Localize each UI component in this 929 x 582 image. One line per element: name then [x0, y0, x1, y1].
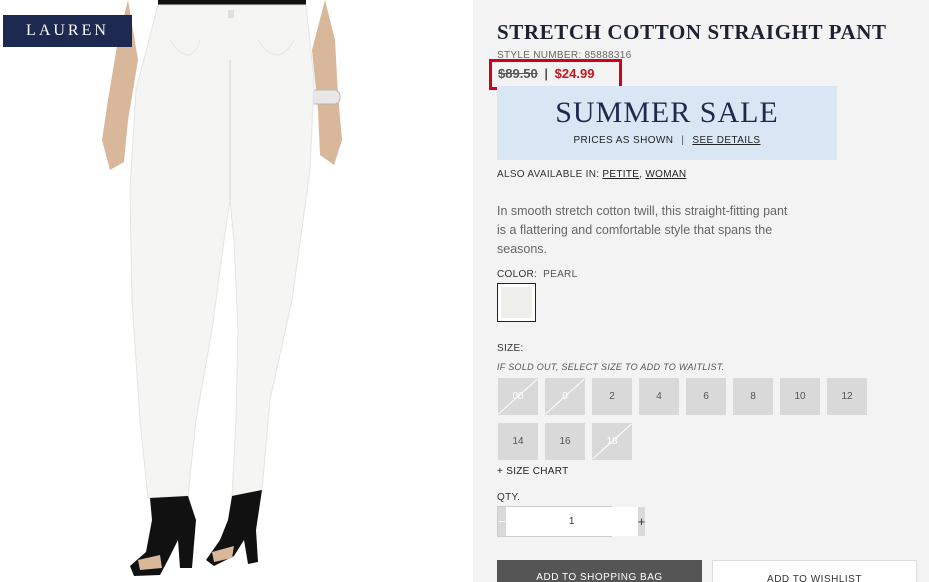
- color-value: PEARL: [543, 269, 578, 280]
- qty-decrement-button[interactable]: −: [498, 507, 506, 536]
- brand-logo[interactable]: LAUREN: [3, 15, 132, 47]
- color-label: COLOR: PEARL: [497, 269, 577, 280]
- swatch-fill: [501, 287, 532, 318]
- size-option-0[interactable]: 0: [545, 378, 585, 415]
- also-available-label: ALSO AVAILABLE IN:: [497, 169, 600, 180]
- see-details-link[interactable]: SEE DETAILS: [692, 135, 760, 146]
- original-price: $89.50: [498, 66, 538, 81]
- size-label: SIZE:: [497, 343, 524, 354]
- size-option-12[interactable]: 12: [827, 378, 867, 415]
- size-option-6[interactable]: 6: [686, 378, 726, 415]
- size-option-18[interactable]: 18: [592, 423, 632, 460]
- price: $89.50 | $24.99: [498, 66, 594, 81]
- also-available: ALSO AVAILABLE IN: PETITE, WOMAN: [497, 169, 686, 180]
- size-option-2[interactable]: 2: [592, 378, 632, 415]
- add-to-wishlist-button[interactable]: ADD TO WISHLIST: [712, 560, 917, 582]
- sale-price: $24.99: [554, 66, 595, 81]
- product-title: STRETCH COTTON STRAIGHT PANT: [497, 20, 887, 44]
- sale-separator: |: [681, 135, 685, 146]
- size-option-4[interactable]: 4: [639, 378, 679, 415]
- product-image-panel: LAUREN: [0, 0, 473, 582]
- quantity-stepper: − +: [497, 506, 646, 537]
- qty-increment-button[interactable]: +: [637, 507, 646, 536]
- size-option-16[interactable]: 16: [545, 423, 585, 460]
- woman-link[interactable]: WOMAN: [645, 169, 686, 180]
- petite-link[interactable]: PETITE: [602, 169, 639, 180]
- product-photo: [102, 0, 342, 576]
- qty-input[interactable]: [505, 507, 638, 536]
- size-option-00[interactable]: 00: [498, 378, 538, 415]
- product-description: In smooth stretch cotton twill, this str…: [497, 204, 788, 256]
- color-swatch-pearl[interactable]: [497, 283, 536, 322]
- size-option-14[interactable]: 14: [498, 423, 538, 460]
- sale-title: SUMMER SALE: [555, 96, 779, 129]
- size-chart-link[interactable]: + SIZE CHART: [497, 466, 569, 477]
- size-note: IF SOLD OUT, SELECT SIZE TO ADD TO WAITL…: [497, 362, 725, 372]
- add-to-bag-button[interactable]: ADD TO SHOPPING BAG: [497, 560, 702, 582]
- summer-sale-banner: SUMMER SALE PRICES AS SHOWN | SEE DETAILS: [497, 86, 837, 160]
- size-option-8[interactable]: 8: [733, 378, 773, 415]
- qty-label: QTY.: [497, 492, 521, 503]
- size-option-10[interactable]: 10: [780, 378, 820, 415]
- color-label-text: COLOR:: [497, 269, 538, 280]
- also-separator: ,: [639, 169, 643, 180]
- prices-as-shown: PRICES AS SHOWN: [573, 135, 674, 146]
- price-separator: |: [544, 66, 549, 81]
- sale-subtitle: PRICES AS SHOWN | SEE DETAILS: [497, 135, 837, 146]
- product-details: STRETCH COTTON STRAIGHT PANT STYLE NUMBE…: [473, 0, 929, 582]
